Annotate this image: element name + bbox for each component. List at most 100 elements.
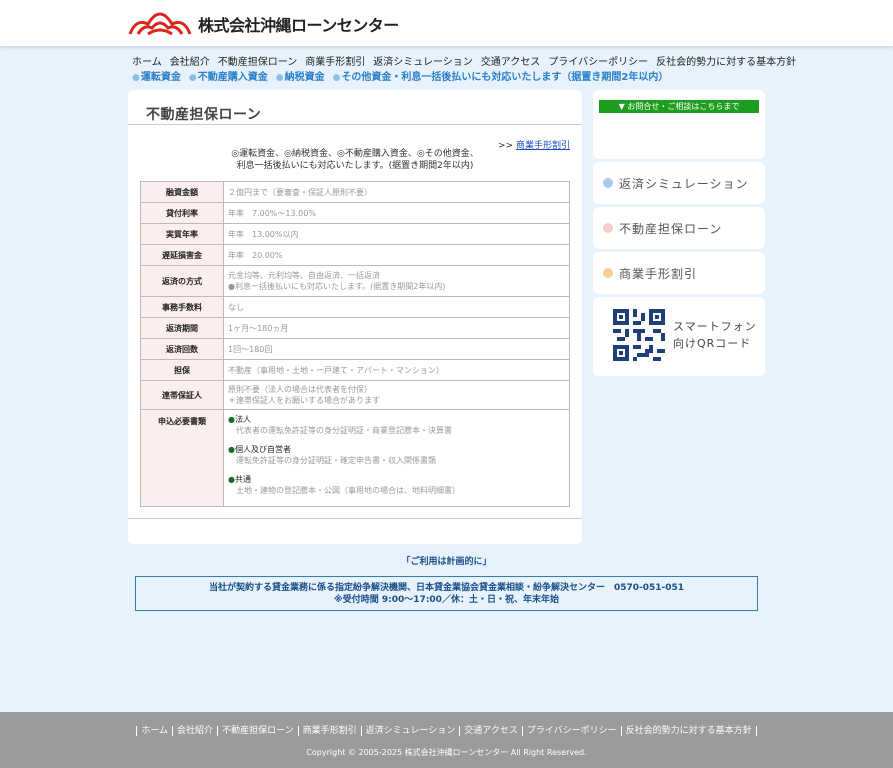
site-footer: ホーム 会社紹介 不動産担保ローン 商業手形割引 返済シミュレーション 交通アクセス プライ… bbox=[0, 712, 893, 768]
dispute-center-notice: 当社が契約する貸金業務に係る指定紛争解決機関、日本貸金業協会貸金業相談・紛争解決… bbox=[135, 576, 758, 611]
row-label: 申込必要書類 bbox=[140, 409, 224, 507]
table-row: 返済回数 1回〜180回 bbox=[140, 338, 570, 360]
doc-detail: 土地・建物の登記謄本・公図（事用地の場合は、地料明細書） bbox=[236, 486, 460, 495]
nav-real-estate-loan[interactable]: 不動産担保ローン bbox=[218, 53, 298, 68]
bullet-dot-icon bbox=[603, 223, 613, 233]
sidebar-link-simulation[interactable]: 返済シミュレーション bbox=[593, 162, 765, 204]
subnav-tax-funds[interactable]: 納税資金 bbox=[276, 68, 325, 83]
subnav-property-purchase[interactable]: 不動産購入資金 bbox=[189, 68, 268, 83]
logo-mark-icon bbox=[128, 12, 192, 36]
nav-home[interactable]: ホーム bbox=[132, 53, 162, 68]
sidebar-link-bill-discount[interactable]: 商業手形割引 bbox=[593, 252, 765, 294]
subnav-operating-funds[interactable]: 運転資金 bbox=[132, 68, 181, 83]
footer-nav: ホーム 会社紹介 不動産担保ローン 商業手形割引 返済シミュレーション 交通アクセス プライ… bbox=[0, 723, 893, 736]
doc-heading: 法人 bbox=[228, 414, 565, 425]
site-logo[interactable]: 株式会社沖縄ローンセンター bbox=[128, 12, 399, 36]
row-label: 返済期間 bbox=[140, 317, 224, 339]
sidebar-link-label: 返済シミュレーション bbox=[619, 176, 749, 191]
doc-detail: 運転免許証等の身分証明証・確定申告書・収入関係書類 bbox=[236, 456, 436, 465]
table-row: 貸付利率 年率 7.00%〜13.00% bbox=[140, 202, 570, 224]
plan-notice: 「ご利用は計画的に」 bbox=[401, 557, 492, 567]
site-header: 株式会社沖縄ローンセンター bbox=[0, 0, 893, 46]
row-label: 融資金額 bbox=[140, 181, 224, 203]
nav-access[interactable]: 交通アクセス bbox=[481, 53, 541, 68]
row-label: 返済回数 bbox=[140, 338, 224, 360]
intro-text: ◎運転資金、◎納税資金、◎不動産購入資金、◎その他資金、 利息一括後払いにも対応… bbox=[128, 148, 582, 172]
row-label: 連帯保証人 bbox=[140, 380, 224, 410]
loan-spec-table: 融資金額 ２億円まで（要審査・保証人原則不要） 貸付利率 年率 7.00%〜13… bbox=[140, 181, 570, 507]
dispute-line-1: 当社が契約する貸金業務に係る指定紛争解決機関、日本貸金業協会貸金業相談・紛争解決… bbox=[208, 583, 685, 593]
footer-nav-bill-discount[interactable]: 商業手形割引 bbox=[297, 726, 361, 736]
doc-heading: 共通 bbox=[228, 474, 565, 485]
bottom-divider bbox=[128, 518, 582, 519]
contact-panel: ▼ お問合せ・ご相談はこちらまで bbox=[593, 90, 765, 159]
qr-caption: スマートフォン 向けQRコード bbox=[673, 318, 757, 352]
qr-caption-line-1: スマートフォン bbox=[673, 320, 757, 333]
row-value: 元金均等、元利均等、自由返済、一括返済 ●利息一括後払いにも対応いたします。(据… bbox=[223, 265, 570, 297]
logo-text: 株式会社沖縄ローンセンター bbox=[198, 16, 399, 35]
table-row: 事務手数料 なし bbox=[140, 296, 570, 318]
sub-nav: 運転資金 不動産購入資金 納税資金 その他資金・利息一括後払いにも対応いたします… bbox=[132, 68, 676, 83]
doc-heading: 個人及び自営者 bbox=[228, 444, 565, 455]
required-documents: 法人 代表者の運転免許証等の身分証明証・商業登記謄本・決算書 個人及び自営者 運… bbox=[223, 409, 570, 507]
copyright-text: Copyright © 2005-2025 株式会社沖縄ローンセンター All … bbox=[306, 748, 587, 757]
table-row: 返済期間 1ヶ月〜180ヵ月 bbox=[140, 317, 570, 339]
sidebar-link-label: 不動産担保ローン bbox=[619, 221, 723, 236]
table-row: 遅延損害金 年率 20.00% bbox=[140, 244, 570, 266]
row-value-line: ●利息一括後払いにも対応いたします。(据置き期間2年以内) bbox=[228, 282, 446, 291]
qr-panel: スマートフォン 向けQRコード bbox=[593, 297, 765, 376]
table-row: 実質年率 年率 13.00%以内 bbox=[140, 223, 570, 245]
sidebar-link-real-estate-loan[interactable]: 不動産担保ローン bbox=[593, 207, 765, 249]
table-row: 融資金額 ２億円まで（要審査・保証人原則不要） bbox=[140, 181, 570, 203]
row-value: 不動産（事用地・土地・一戸建て・アパート・マンション） bbox=[223, 359, 570, 381]
row-value: 1回〜180回 bbox=[223, 338, 570, 360]
qr-code-icon[interactable] bbox=[613, 309, 665, 361]
nav-company[interactable]: 会社紹介 bbox=[170, 53, 210, 68]
row-value: 原則不要（法人の場合は代表者を付保） ＊連帯保証人をお願いする場合があります bbox=[223, 380, 570, 410]
row-label: 実質年率 bbox=[140, 223, 224, 245]
doc-detail: 代表者の運転免許証等の身分証明証・商業登記謄本・決算書 bbox=[236, 426, 452, 435]
row-label: 貸付利率 bbox=[140, 202, 224, 224]
nav-repayment-simulation[interactable]: 返済シミュレーション bbox=[373, 53, 473, 68]
nav-bill-discount[interactable]: 商業手形割引 bbox=[305, 53, 365, 68]
row-label: 遅延損害金 bbox=[140, 244, 224, 266]
subnav-other-funds[interactable]: その他資金・利息一括後払いにも対応いたします（据置き期間2年以内） bbox=[333, 68, 668, 83]
footer-nav-privacy-policy[interactable]: プライバシーポリシー bbox=[521, 726, 621, 736]
row-value: ２億円まで（要審査・保証人原則不要） bbox=[223, 181, 570, 203]
footer-nav-home[interactable]: ホーム bbox=[136, 726, 173, 736]
row-value: 年率 20.00% bbox=[223, 244, 570, 266]
footer-nav-antisocial-policy[interactable]: 反社会的勢力に対する基本方針 bbox=[620, 726, 757, 736]
bullet-dot-icon bbox=[603, 268, 613, 278]
footer-nav-access[interactable]: 交通アクセス bbox=[459, 726, 522, 736]
footer-nav-real-estate-loan[interactable]: 不動産担保ローン bbox=[217, 726, 298, 736]
table-row: 連帯保証人 原則不要（法人の場合は代表者を付保） ＊連帯保証人をお願いする場合が… bbox=[140, 380, 570, 410]
qr-caption-line-2: 向けQRコード bbox=[673, 337, 752, 350]
nav-privacy-policy[interactable]: プライバシーポリシー bbox=[548, 53, 648, 68]
row-label: 返済の方式 bbox=[140, 265, 224, 297]
row-value: 1ヶ月〜180ヵ月 bbox=[223, 317, 570, 339]
row-value: 年率 7.00%〜13.00% bbox=[223, 202, 570, 224]
page-title: 不動産担保ローン bbox=[146, 107, 262, 123]
intro-line-2: 利息一括後払いにも対応いたします。(据置き期間2年以内) bbox=[236, 161, 474, 171]
table-row: 返済の方式 元金均等、元利均等、自由返済、一括返済 ●利息一括後払いにも対応いた… bbox=[140, 265, 570, 297]
global-nav: ホーム 会社紹介 不動産担保ローン 商業手形割引 返済シミュレーション 交通アク… bbox=[132, 53, 804, 68]
row-label: 担保 bbox=[140, 359, 224, 381]
row-value-line: 元金均等、元利均等、自由返済、一括返済 bbox=[228, 271, 380, 280]
sidebar-link-label: 商業手形割引 bbox=[619, 266, 698, 281]
title-divider bbox=[128, 124, 582, 125]
row-value-line: ＊連帯保証人をお願いする場合があります bbox=[228, 396, 380, 405]
nav-antisocial-policy[interactable]: 反社会的勢力に対する基本方針 bbox=[656, 53, 796, 68]
row-value: なし bbox=[223, 296, 570, 318]
row-value-line: 原則不要（法人の場合は代表者を付保） bbox=[228, 385, 372, 394]
table-row: 申込必要書類 法人 代表者の運転免許証等の身分証明証・商業登記謄本・決算書 個人… bbox=[140, 409, 570, 507]
bullet-dot-icon bbox=[603, 178, 613, 188]
main-content: 不動産担保ローン >> 商業手形割引 ◎運転資金、◎納税資金、◎不動産購入資金、… bbox=[128, 90, 582, 544]
table-row: 担保 不動産（事用地・土地・一戸建て・アパート・マンション） bbox=[140, 359, 570, 381]
footer-nav-company[interactable]: 会社紹介 bbox=[172, 726, 218, 736]
footer-nav-repayment-simulation[interactable]: 返済シミュレーション bbox=[360, 726, 460, 736]
intro-line-1: ◎運転資金、◎納税資金、◎不動産購入資金、◎その他資金、 bbox=[231, 149, 479, 159]
contact-banner[interactable]: ▼ お問合せ・ご相談はこちらまで bbox=[599, 100, 759, 113]
dispute-line-2: ※受付時間 9:00〜17:00／休：土・日・祝、年末年始 bbox=[334, 595, 559, 605]
row-value: 年率 13.00%以内 bbox=[223, 223, 570, 245]
row-label: 事務手数料 bbox=[140, 296, 224, 318]
